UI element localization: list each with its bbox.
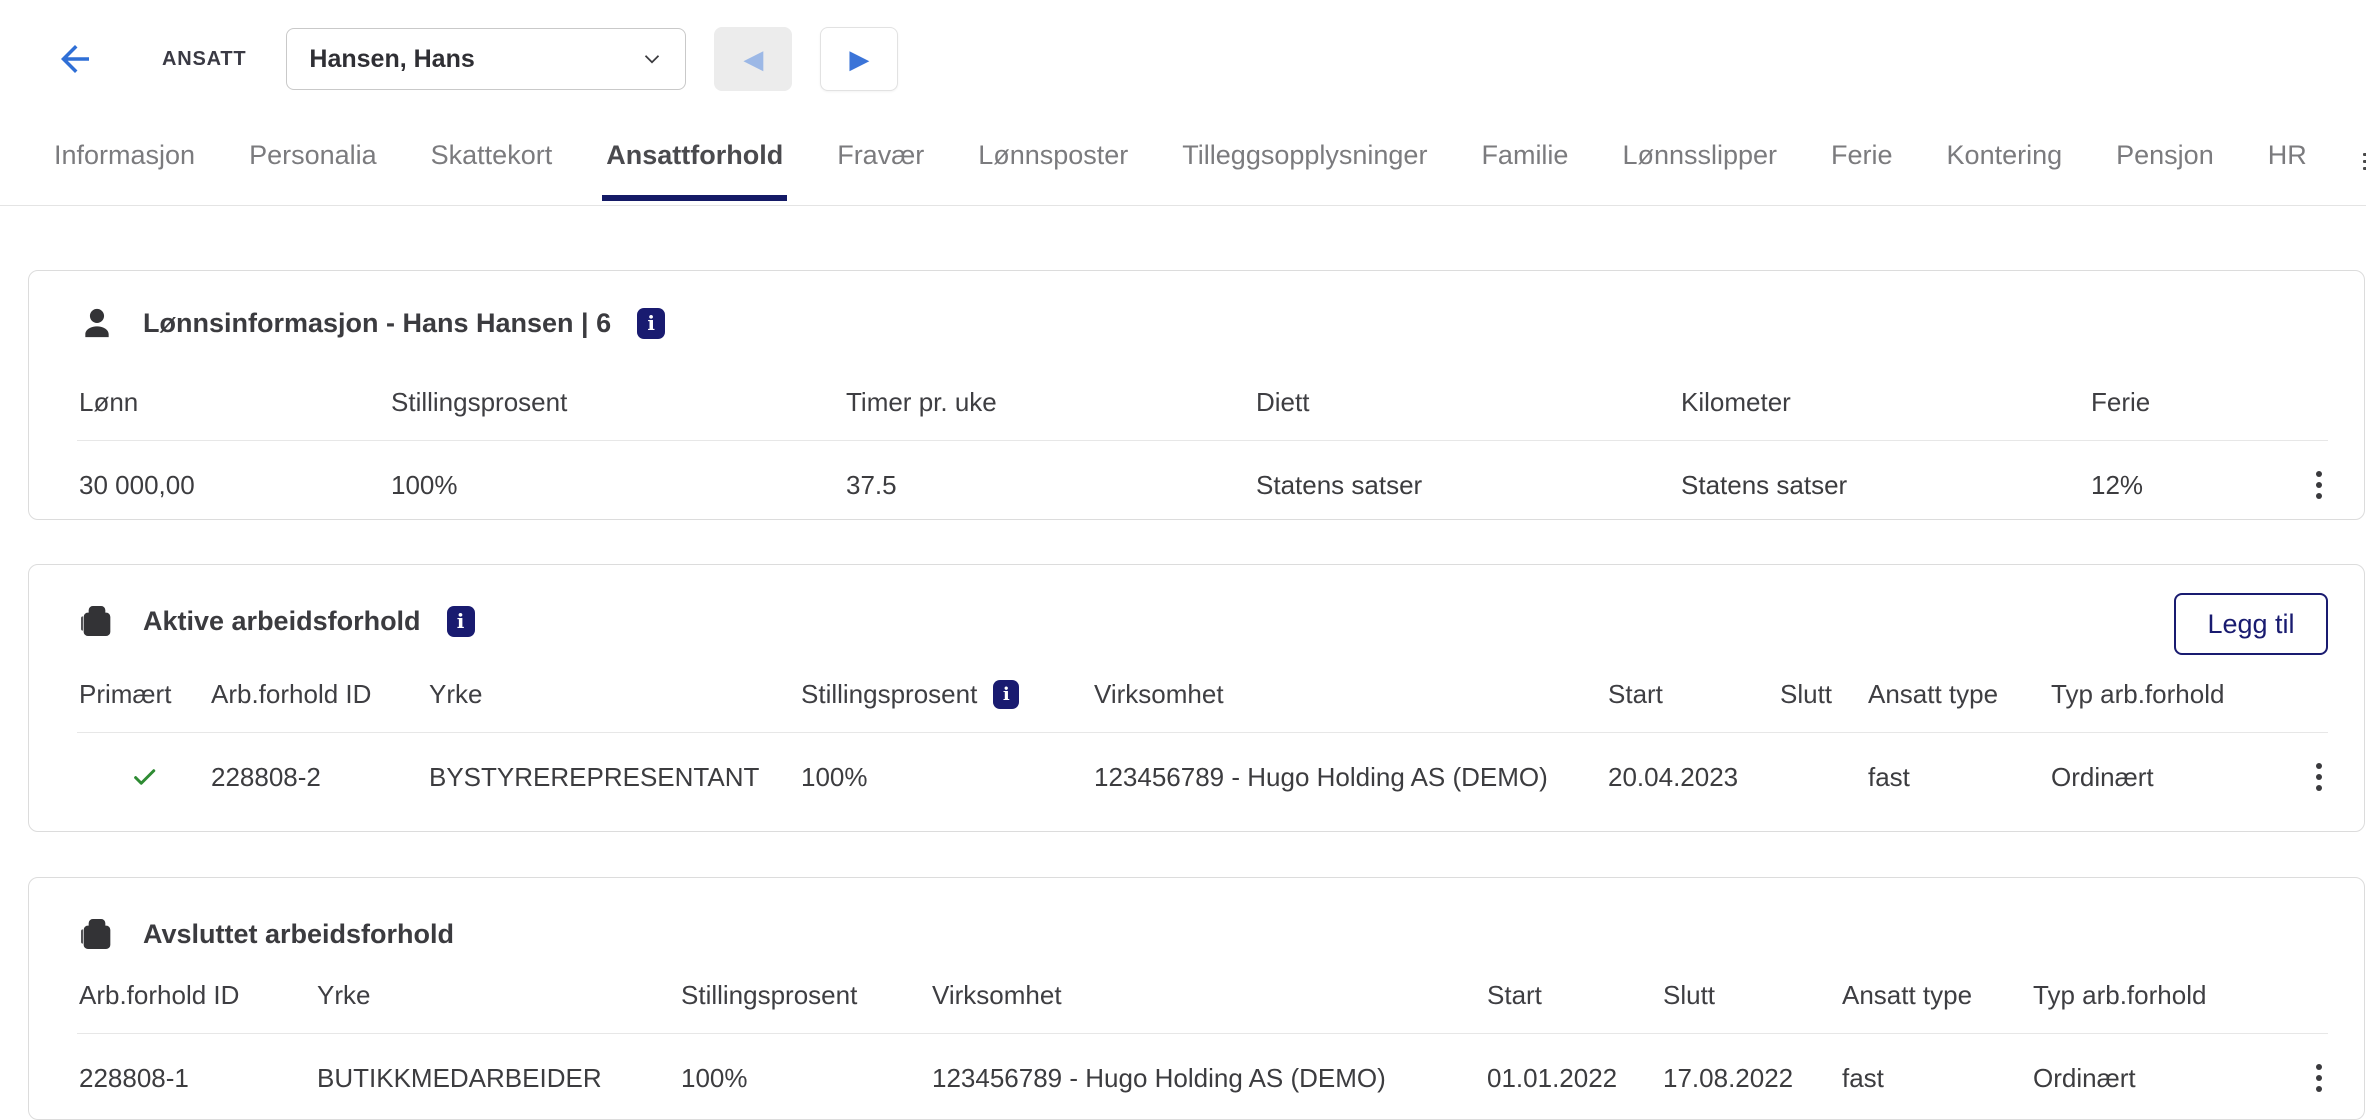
tab-familie[interactable]: Familie xyxy=(1477,124,1572,201)
cell-typ-arbforhold: Ordinært xyxy=(2033,1063,2288,1094)
ended-employment-row: 228808-1 BUTIKKMEDARBEIDER 100% 12345678… xyxy=(29,1034,2364,1098)
col-slutt: Slutt xyxy=(1780,679,1868,710)
col-slutt: Slutt xyxy=(1663,980,1842,1011)
cell-typ-arbforhold: Ordinært xyxy=(2051,762,2288,793)
col-arbforhold-id: Arb.forhold ID xyxy=(79,980,317,1011)
tab-ansattforhold[interactable]: Ansattforhold xyxy=(602,124,787,201)
col-lonn: Lønn xyxy=(79,387,391,418)
tab-skattekort[interactable]: Skattekort xyxy=(427,124,557,201)
col-primaert: Primært xyxy=(79,679,211,710)
add-employment-button[interactable]: Legg til xyxy=(2174,593,2328,655)
back-button[interactable] xyxy=(52,36,98,82)
cell-ansatt-type: fast xyxy=(1868,762,2051,793)
cell-arbforhold-id: 228808-2 xyxy=(211,762,429,793)
value-stillingsprosent: 100% xyxy=(391,470,846,501)
salary-info-card: Lønnsinformasjon - Hans Hansen | 6 i Løn… xyxy=(28,270,2365,520)
cell-arbforhold-id: 228808-1 xyxy=(79,1063,317,1094)
col-ansatt-type: Ansatt type xyxy=(1868,679,2051,710)
active-table-header: Primært Arb.forhold ID Yrke Stillingspro… xyxy=(29,679,2364,732)
person-icon xyxy=(77,303,117,343)
cell-stillingsprosent: 100% xyxy=(681,1063,932,1094)
value-diett: Statens satser xyxy=(1256,470,1681,501)
arrow-left-icon xyxy=(54,38,96,80)
cell-virksomhet: 123456789 - Hugo Holding AS (DEMO) xyxy=(932,1063,1487,1094)
entity-label: ANSATT xyxy=(162,48,246,71)
value-lonn: 30 000,00 xyxy=(79,470,391,501)
tab-bar: Informasjon Personalia Skattekort Ansatt… xyxy=(0,118,2366,206)
tab-personalia[interactable]: Personalia xyxy=(245,124,381,201)
cell-ansatt-type: fast xyxy=(1842,1063,2033,1094)
tab-overflow-menu-icon[interactable] xyxy=(2357,147,2366,176)
col-yrke: Yrke xyxy=(317,980,681,1011)
tab-lonnsslipper[interactable]: Lønnsslipper xyxy=(1618,124,1781,201)
col-timer-pr-uke: Timer pr. uke xyxy=(846,387,1256,418)
primary-check-icon xyxy=(130,762,160,792)
active-employment-row: 228808-2 BYSTYREREPRESENTANT 100% 123456… xyxy=(29,733,2364,797)
employee-select[interactable]: Hansen, Hans xyxy=(286,28,686,90)
col-typ-arbforhold: Typ arb.forhold xyxy=(2033,980,2288,1011)
salary-card-title: Lønnsinformasjon - Hans Hansen | 6 xyxy=(143,308,611,339)
triangle-left-icon: ◀ xyxy=(743,44,763,75)
value-ferie: 12% xyxy=(2091,470,2288,501)
ended-row-menu-kebab-icon[interactable] xyxy=(2310,1058,2328,1098)
col-stillingsprosent: Stillingsprosent xyxy=(681,980,932,1011)
col-virksomhet: Virksomhet xyxy=(932,980,1487,1011)
briefcase-icon xyxy=(77,914,117,954)
cell-virksomhet: 123456789 - Hugo Holding AS (DEMO) xyxy=(1094,762,1608,793)
tab-kontering[interactable]: Kontering xyxy=(1943,124,2067,201)
col-start: Start xyxy=(1608,679,1780,710)
cell-yrke: BYSTYREREPRESENTANT xyxy=(429,762,801,793)
cell-start: 01.01.2022 xyxy=(1487,1063,1663,1094)
col-start: Start xyxy=(1487,980,1663,1011)
col-diett: Diett xyxy=(1256,387,1681,418)
chevron-down-icon xyxy=(639,46,665,72)
col-stillingsprosent: Stillingsprosent xyxy=(801,679,977,710)
info-icon[interactable]: i xyxy=(447,606,475,637)
cell-stillingsprosent: 100% xyxy=(801,762,1094,793)
tab-tilleggsopplysninger[interactable]: Tilleggsopplysninger xyxy=(1178,124,1431,201)
tab-hr[interactable]: HR xyxy=(2264,124,2311,201)
tab-ferie[interactable]: Ferie xyxy=(1827,124,1897,201)
ended-employments-card: Avsluttet arbeidsforhold Arb.forhold ID … xyxy=(28,877,2365,1120)
col-virksomhet: Virksomhet xyxy=(1094,679,1608,710)
tab-informasjon[interactable]: Informasjon xyxy=(50,124,199,201)
value-kilometer: Statens satser xyxy=(1681,470,2091,501)
col-arbforhold-id: Arb.forhold ID xyxy=(211,679,429,710)
briefcase-icon xyxy=(77,601,117,641)
value-timer-pr-uke: 37.5 xyxy=(846,470,1256,501)
active-card-title: Aktive arbeidsforhold xyxy=(143,606,421,637)
salary-row-menu-kebab-icon[interactable] xyxy=(2310,465,2328,505)
col-kilometer: Kilometer xyxy=(1681,387,2091,418)
next-employee-button[interactable]: ▶ xyxy=(820,27,898,91)
info-icon[interactable]: i xyxy=(637,308,665,339)
cell-start: 20.04.2023 xyxy=(1608,762,1780,793)
cell-yrke: BUTIKKMEDARBEIDER xyxy=(317,1063,681,1094)
col-ferie: Ferie xyxy=(2091,387,2288,418)
ended-card-title: Avsluttet arbeidsforhold xyxy=(143,919,454,950)
tab-fravaer[interactable]: Fravær xyxy=(833,124,928,201)
previous-employee-button[interactable]: ◀ xyxy=(714,27,792,91)
salary-table-header: Lønn Stillingsprosent Timer pr. uke Diet… xyxy=(29,387,2364,440)
triangle-right-icon: ▶ xyxy=(849,44,869,75)
salary-row: 30 000,00 100% 37.5 Statens satser State… xyxy=(29,441,2364,505)
col-stillingsprosent: Stillingsprosent xyxy=(391,387,846,418)
top-bar: ANSATT Hansen, Hans ◀ ▶ xyxy=(0,0,2366,118)
active-employments-card: Aktive arbeidsforhold i Legg til Primært… xyxy=(28,564,2365,832)
active-row-menu-kebab-icon[interactable] xyxy=(2310,757,2328,797)
col-typ-arbforhold: Typ arb.forhold xyxy=(2051,679,2288,710)
col-yrke: Yrke xyxy=(429,679,801,710)
tab-pensjon[interactable]: Pensjon xyxy=(2112,124,2218,201)
col-ansatt-type: Ansatt type xyxy=(1842,980,2033,1011)
employee-select-value: Hansen, Hans xyxy=(309,45,474,74)
cell-slutt: 17.08.2022 xyxy=(1663,1063,1842,1094)
tab-lonnsposter[interactable]: Lønnsposter xyxy=(974,124,1132,201)
ended-table-header: Arb.forhold ID Yrke Stillingsprosent Vir… xyxy=(29,980,2364,1033)
info-icon[interactable]: i xyxy=(993,680,1019,709)
